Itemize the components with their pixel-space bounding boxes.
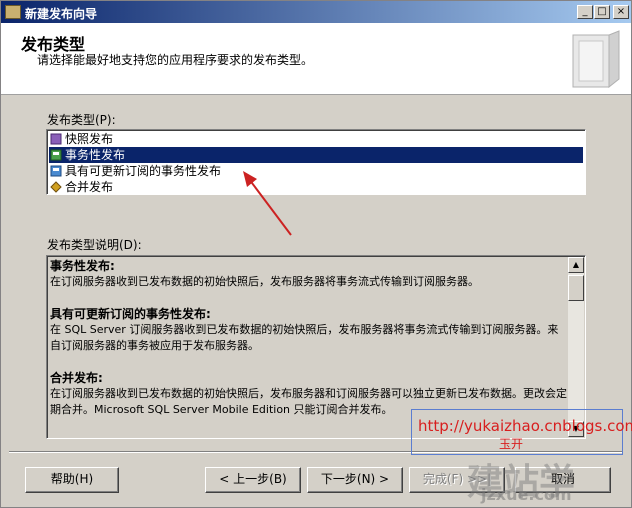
back-button[interactable]: < 上一步(B)	[205, 467, 301, 493]
merge-publication-icon	[50, 181, 62, 193]
snapshot-publication-icon	[50, 133, 62, 145]
description-heading: 具有可更新订阅的事务性发布:	[50, 307, 211, 321]
list-item-updatable-transactional-publication[interactable]: 具有可更新订阅的事务性发布	[49, 163, 583, 179]
watermark-url: http://yukaizhao.cnblogs.com	[418, 417, 632, 435]
watermark-author: 玉开	[499, 437, 524, 451]
arrow-up-icon: ▲	[572, 260, 580, 269]
maximize-button[interactable]: □	[594, 5, 610, 19]
list-item-snapshot-publication[interactable]: 快照发布	[49, 131, 583, 147]
description-text: 在订阅服务器收到已发布数据的初始快照后，发布服务器将事务流式传输到订阅服务器。	[50, 275, 479, 288]
title-bar[interactable]: 新建发布向导 _ □ ×	[1, 1, 631, 23]
next-button[interactable]: 下一步(N) >	[307, 467, 403, 493]
maximize-icon: □	[597, 6, 607, 17]
wizard-app-icon	[5, 5, 21, 19]
back-button-label: < 上一步(B)	[219, 472, 287, 486]
publication-type-list[interactable]: 快照发布 事务性发布 具有可更新订阅的事务性发布 合并发布	[46, 129, 586, 195]
next-button-label: 下一步(N) >	[320, 472, 390, 486]
list-item-label: 具有可更新订阅的事务性发布	[65, 164, 222, 178]
updatable-transactional-publication-icon	[50, 165, 62, 177]
list-item-label: 快照发布	[65, 132, 114, 146]
minimize-icon: _	[582, 6, 588, 17]
scroll-thumb[interactable]	[568, 275, 584, 301]
list-item-merge-publication[interactable]: 合并发布	[49, 179, 583, 195]
publication-type-label: 发布类型(P):	[47, 113, 116, 127]
transactional-publication-icon	[50, 149, 62, 161]
list-item-label: 合并发布	[65, 180, 114, 194]
close-button[interactable]: ×	[613, 5, 629, 19]
close-icon: ×	[616, 6, 626, 17]
watermark-site: jzxue.com	[481, 485, 572, 504]
help-button-label: 帮助(H)	[50, 472, 94, 486]
list-item-transactional-publication[interactable]: 事务性发布	[49, 147, 583, 163]
wizard-header: 发布类型 请选择能最好地支持您的应用程序要求的发布类型。	[1, 23, 631, 95]
scroll-up-button[interactable]: ▲	[568, 257, 584, 273]
minimize-button[interactable]: _	[577, 5, 593, 19]
help-button[interactable]: 帮助(H)	[25, 467, 119, 493]
page-description: 请选择能最好地支持您的应用程序要求的发布类型。	[37, 53, 314, 67]
wizard-banner-icon	[572, 30, 620, 89]
window-title: 新建发布向导	[25, 7, 98, 21]
description-heading: 合并发布:	[50, 371, 103, 385]
description-heading: 事务性发布:	[50, 259, 115, 273]
list-item-label: 事务性发布	[65, 148, 126, 162]
description-content: 事务性发布: 在订阅服务器收到已发布数据的初始快照后，发布服务器将事务流式传输到…	[50, 258, 568, 418]
description-label: 发布类型说明(D):	[47, 238, 142, 252]
annotation-arrow	[243, 171, 292, 236]
description-text: 在 SQL Server 订阅服务器收到已发布数据的初始快照后，发布服务器将事务…	[50, 323, 559, 352]
new-publication-wizard-window: 新建发布向导 _ □ × 发布类型 请选择能最好地支持您的应用程序要求的发布类型…	[0, 0, 632, 508]
